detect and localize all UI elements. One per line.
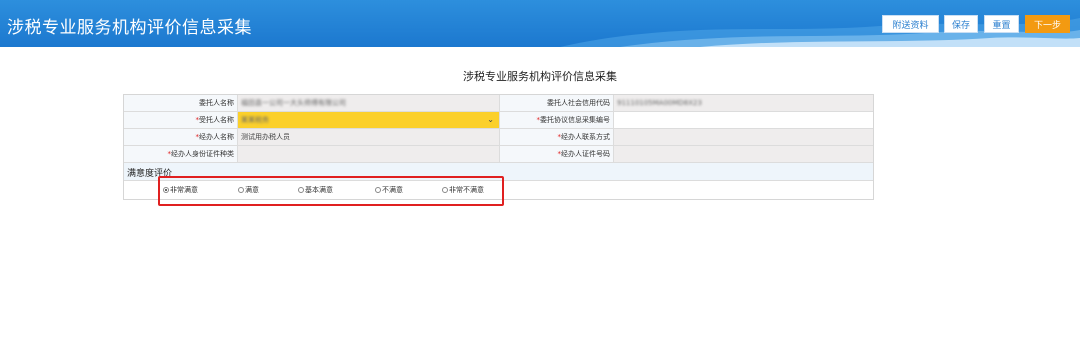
client-credit-code-value: 91110105MA00MD8X23 [613, 95, 873, 111]
radio-label: 非常满意 [170, 186, 198, 194]
attachments-button[interactable]: 附送资料 [882, 15, 939, 33]
radio-unchecked-icon [298, 187, 304, 193]
satisfaction-options: 非常满意 满意 基本满意 不满意 非常不满意 [124, 181, 873, 199]
handler-id-type-label-text: 经办人身份证件种类 [171, 150, 234, 158]
radio-label: 不满意 [382, 186, 403, 194]
client-credit-code-label: 委托人社会信用代码 [500, 95, 613, 111]
handler-id-number-label-text: 经办人证件号码 [561, 150, 610, 158]
handler-name-label: * 经办人名称 [124, 129, 237, 145]
form-row: * 经办人名称 测试用办税人员 * 经办人联系方式 [124, 129, 873, 146]
form-row: * 受托人名称 某某税务 ⌄ * 委托协议信息采集编号 [124, 112, 873, 129]
agreement-number-label-text: 委托协议信息采集编号 [540, 116, 610, 124]
client-name-label-text: 委托人名称 [199, 99, 234, 107]
app-title: 涉税专业服务机构评价信息采集 [7, 18, 252, 38]
radio-unchecked-icon [238, 187, 244, 193]
app-header: 涉税专业服务机构评价信息采集 附送资料 保存 重置 下一步 [0, 0, 1080, 47]
radio-very-dissatisfied[interactable]: 非常不满意 [442, 185, 484, 195]
reset-button[interactable]: 重置 [984, 15, 1019, 33]
handler-name-value: 测试用办税人员 [237, 129, 500, 145]
client-name-label: 委托人名称 [124, 95, 237, 111]
radio-very-satisfied[interactable]: 非常满意 [163, 185, 198, 195]
radio-checked-icon [163, 187, 169, 193]
agent-name-label-text: 受托人名称 [199, 116, 234, 124]
radio-basically-satisfied[interactable]: 基本满意 [298, 185, 333, 195]
client-credit-code-label-text: 委托人社会信用代码 [547, 99, 610, 107]
agent-name-label: * 受托人名称 [124, 112, 237, 128]
save-button[interactable]: 保存 [944, 15, 978, 33]
handler-contact-input[interactable] [613, 129, 873, 145]
handler-id-number-label: * 经办人证件号码 [500, 146, 613, 162]
handler-id-type-select[interactable] [237, 146, 500, 162]
radio-satisfied[interactable]: 满意 [238, 185, 259, 195]
agreement-number-input[interactable] [613, 112, 873, 128]
radio-label: 满意 [245, 186, 259, 194]
agreement-number-label: * 委托协议信息采集编号 [500, 112, 613, 128]
chevron-down-icon: ⌄ [487, 115, 494, 124]
next-button[interactable]: 下一步 [1025, 15, 1070, 33]
agent-name-select[interactable]: 某某税务 ⌄ [237, 112, 500, 128]
form-row: * 经办人身份证件种类 * 经办人证件号码 [124, 146, 873, 163]
handler-contact-label-text: 经办人联系方式 [561, 133, 610, 141]
radio-label: 基本满意 [305, 186, 333, 194]
handler-name-text: 测试用办税人员 [241, 133, 290, 141]
radio-unchecked-icon [442, 187, 448, 193]
radio-unchecked-icon [375, 187, 381, 193]
handler-id-type-label: * 经办人身份证件种类 [124, 146, 237, 162]
client-name-value: 福田县一公司一大头师傅有限公司 [237, 95, 500, 111]
radio-label: 非常不满意 [449, 186, 484, 194]
info-form: 委托人名称 福田县一公司一大头师傅有限公司 委托人社会信用代码 91110105… [123, 94, 874, 200]
client-name-text: 福田县一公司一大头师傅有限公司 [241, 99, 346, 107]
handler-contact-label: * 经办人联系方式 [500, 129, 613, 145]
client-credit-code-text: 91110105MA00MD8X23 [617, 99, 702, 107]
handler-name-label-text: 经办人名称 [199, 133, 234, 141]
satisfaction-section-header: 满意度评价 [124, 163, 873, 181]
page-title: 涉税专业服务机构评价信息采集 [463, 70, 617, 83]
form-row: 委托人名称 福田县一公司一大头师傅有限公司 委托人社会信用代码 91110105… [124, 95, 873, 112]
satisfaction-title: 满意度评价 [127, 169, 173, 179]
handler-id-number-input[interactable] [613, 146, 873, 162]
radio-dissatisfied[interactable]: 不满意 [375, 185, 403, 195]
agent-name-text: 某某税务 [241, 116, 269, 124]
